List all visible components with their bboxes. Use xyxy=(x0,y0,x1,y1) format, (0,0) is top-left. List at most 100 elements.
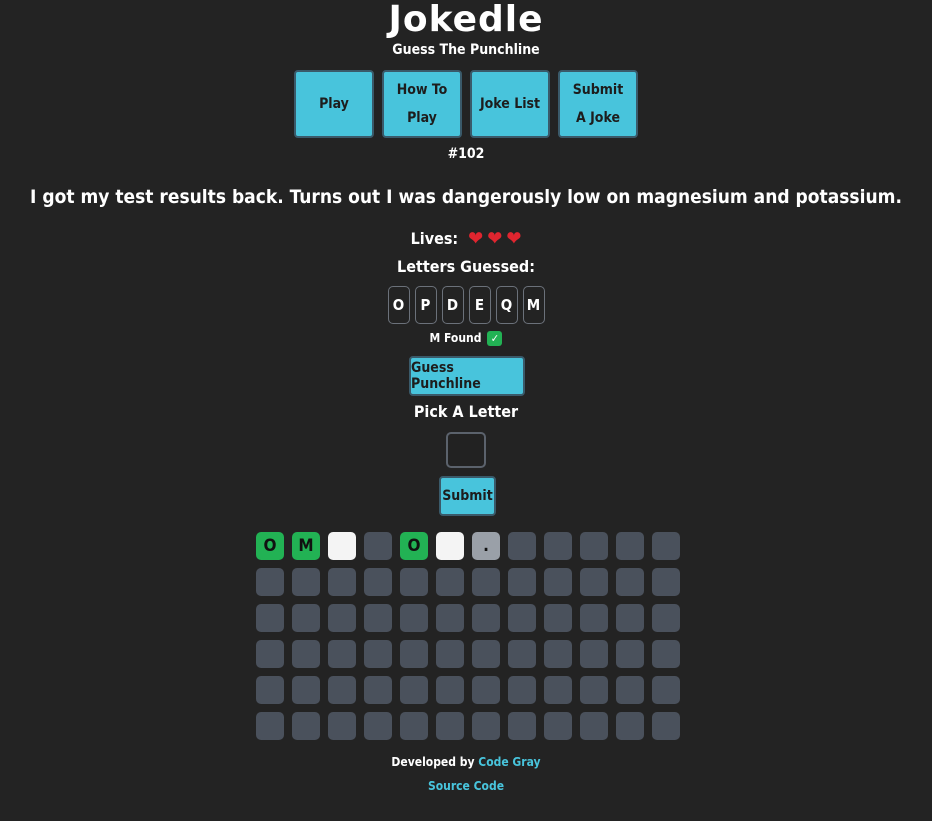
board-tile xyxy=(364,532,392,560)
board-tile: . xyxy=(472,532,500,560)
app-title: Jokedle xyxy=(388,0,544,40)
board-tile xyxy=(256,568,284,596)
board-tile xyxy=(472,676,500,704)
board-tile xyxy=(328,640,356,668)
board-tile xyxy=(544,532,572,560)
footer-credit: Developed by Code Gray xyxy=(0,752,932,772)
board-tile xyxy=(292,712,320,740)
board-tile xyxy=(508,712,536,740)
board-tile xyxy=(256,640,284,668)
board-tile xyxy=(472,712,500,740)
board-tile xyxy=(436,568,464,596)
board-tile xyxy=(436,604,464,632)
board-tile xyxy=(544,568,572,596)
guessed-letter: O xyxy=(387,286,410,324)
board-tile xyxy=(616,712,644,740)
punchline-board: OMO. xyxy=(256,532,680,740)
board-tile xyxy=(328,568,356,596)
board-tile xyxy=(436,640,464,668)
board-tile xyxy=(652,604,680,632)
letter-input[interactable] xyxy=(446,432,486,468)
guessed-letter: D xyxy=(441,286,464,324)
pick-letter-label: Pick A Letter xyxy=(413,402,519,421)
board-tile xyxy=(616,676,644,704)
board-tile xyxy=(292,568,320,596)
puzzle-number: #102 xyxy=(447,146,485,162)
check-icon: ✓ xyxy=(487,330,503,346)
board-tile xyxy=(544,640,572,668)
lives-row: Lives: ❤ ❤ ❤ xyxy=(0,226,932,252)
board-tile xyxy=(400,676,428,704)
guess-punchline-button[interactable]: Guess Punchline xyxy=(409,356,525,396)
board-tile xyxy=(508,532,536,560)
guessed-letter: M xyxy=(522,286,545,324)
board-tile xyxy=(328,676,356,704)
board-tile xyxy=(436,676,464,704)
board-tile xyxy=(616,568,644,596)
board-tile xyxy=(292,640,320,668)
board-tile xyxy=(472,568,500,596)
board-tile xyxy=(544,676,572,704)
board-tile xyxy=(652,712,680,740)
board-tile xyxy=(328,532,356,560)
heart-icon: ❤ xyxy=(468,226,484,250)
board-tile xyxy=(364,568,392,596)
joke-setup: I got my test results back. Turns out I … xyxy=(30,186,902,208)
developed-by-text: Developed by xyxy=(391,755,475,769)
app-subtitle: Guess The Punchline xyxy=(392,42,540,58)
board-tile xyxy=(508,568,536,596)
board-tile xyxy=(472,640,500,668)
status-text: M Found xyxy=(429,331,482,345)
board-tile xyxy=(292,676,320,704)
board-tile xyxy=(616,532,644,560)
board-tile xyxy=(400,604,428,632)
board-tile xyxy=(580,676,608,704)
board-tile xyxy=(364,676,392,704)
board-tile xyxy=(328,712,356,740)
letters-guessed-label: Letters Guessed: xyxy=(397,257,535,276)
board-tile xyxy=(580,604,608,632)
board-tile xyxy=(616,640,644,668)
board-tile xyxy=(256,676,284,704)
board-tile xyxy=(436,532,464,560)
how-to-play-button[interactable]: How To Play xyxy=(382,70,462,138)
board-tile: O xyxy=(256,532,284,560)
board-tile: O xyxy=(400,532,428,560)
board-tile xyxy=(256,604,284,632)
board-tile xyxy=(400,640,428,668)
guessed-letter: P xyxy=(414,286,437,324)
board-tile xyxy=(652,532,680,560)
submit-button[interactable]: Submit xyxy=(439,476,496,516)
board-tile xyxy=(580,568,608,596)
board-tile xyxy=(472,604,500,632)
board-tile xyxy=(652,640,680,668)
board-tile xyxy=(400,712,428,740)
submit-joke-button[interactable]: Submit A Joke xyxy=(558,70,638,138)
board-tile xyxy=(544,712,572,740)
letters-guessed-list: OPDEQM xyxy=(0,286,932,324)
heart-icon: ❤ xyxy=(506,226,522,250)
joke-list-button[interactable]: Joke List xyxy=(470,70,550,138)
board-tile xyxy=(256,712,284,740)
guessed-letter: Q xyxy=(495,286,518,324)
board-tile xyxy=(616,604,644,632)
board-tile xyxy=(508,640,536,668)
board-tile xyxy=(508,604,536,632)
guessed-letter: E xyxy=(468,286,491,324)
board-tile xyxy=(580,532,608,560)
status-message: M Found ✓ xyxy=(0,328,932,348)
board-tile xyxy=(364,712,392,740)
hearts-container: ❤ ❤ ❤ xyxy=(464,226,521,252)
heart-icon: ❤ xyxy=(487,226,503,250)
board-tile xyxy=(508,676,536,704)
board-tile xyxy=(580,712,608,740)
board-tile xyxy=(400,568,428,596)
board-tile xyxy=(328,604,356,632)
board-tile xyxy=(580,640,608,668)
developer-link[interactable]: Code Gray xyxy=(478,755,540,769)
footer-source: Source Code xyxy=(0,776,932,796)
main-nav: Play How To Play Joke List Submit A Joke xyxy=(0,70,932,138)
source-code-link[interactable]: Source Code xyxy=(428,779,504,793)
play-button[interactable]: Play xyxy=(294,70,374,138)
board-tile xyxy=(292,604,320,632)
